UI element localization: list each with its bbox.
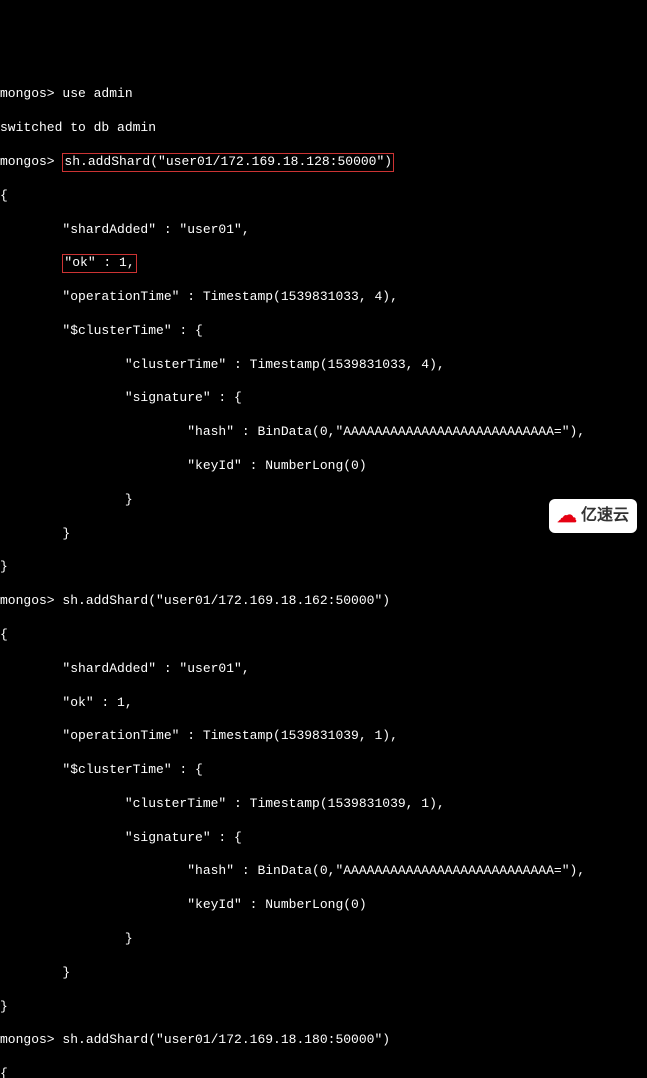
output-line: "operationTime" : Timestamp(1539831039, … — [0, 728, 647, 745]
prompt: mongos> — [0, 154, 62, 169]
output-line: "ok" : 1, — [0, 255, 647, 272]
cloud-icon: ☁ — [557, 503, 577, 529]
output-line: "signature" : { — [0, 830, 647, 847]
output-line: "ok" : 1, — [0, 695, 647, 712]
output-line: "$clusterTime" : { — [0, 323, 647, 340]
output-line: { — [0, 627, 647, 644]
cmd-line: mongos> sh.addShard("user01/172.169.18.1… — [0, 593, 647, 610]
cmd-line: mongos> sh.addShard("user01/172.169.18.1… — [0, 1032, 647, 1049]
watermark-badge: ☁ 亿速云 — [549, 499, 637, 533]
highlighted-command: sh.addShard("user01/172.169.18.128:50000… — [62, 153, 394, 172]
output-line: { — [0, 188, 647, 205]
output-line: "operationTime" : Timestamp(1539831033, … — [0, 289, 647, 306]
terminal-output: mongos> use admin switched to db admin m… — [0, 68, 647, 1078]
watermark-text: 亿速云 — [581, 506, 629, 527]
output-line: { — [0, 1066, 647, 1078]
output-line: } — [0, 931, 647, 948]
output-line: switched to db admin — [0, 120, 647, 137]
output-line: "hash" : BinData(0,"AAAAAAAAAAAAAAAAAAAA… — [0, 863, 647, 880]
output-line: "hash" : BinData(0,"AAAAAAAAAAAAAAAAAAAA… — [0, 424, 647, 441]
output-line: "keyId" : NumberLong(0) — [0, 897, 647, 914]
output-line: "shardAdded" : "user01", — [0, 661, 647, 678]
cmd-line: mongos> use admin — [0, 86, 647, 103]
highlighted-result: "ok" : 1, — [62, 254, 136, 273]
output-line: } — [0, 965, 647, 982]
cmd-line: mongos> sh.addShard("user01/172.169.18.1… — [0, 154, 647, 171]
output-line: "$clusterTime" : { — [0, 762, 647, 779]
output-line: "clusterTime" : Timestamp(1539831039, 1)… — [0, 796, 647, 813]
output-line: "shardAdded" : "user01", — [0, 222, 647, 239]
output-line: } — [0, 559, 647, 576]
output-line: "clusterTime" : Timestamp(1539831033, 4)… — [0, 357, 647, 374]
output-line: "signature" : { — [0, 390, 647, 407]
output-line: "keyId" : NumberLong(0) — [0, 458, 647, 475]
output-line: } — [0, 999, 647, 1016]
